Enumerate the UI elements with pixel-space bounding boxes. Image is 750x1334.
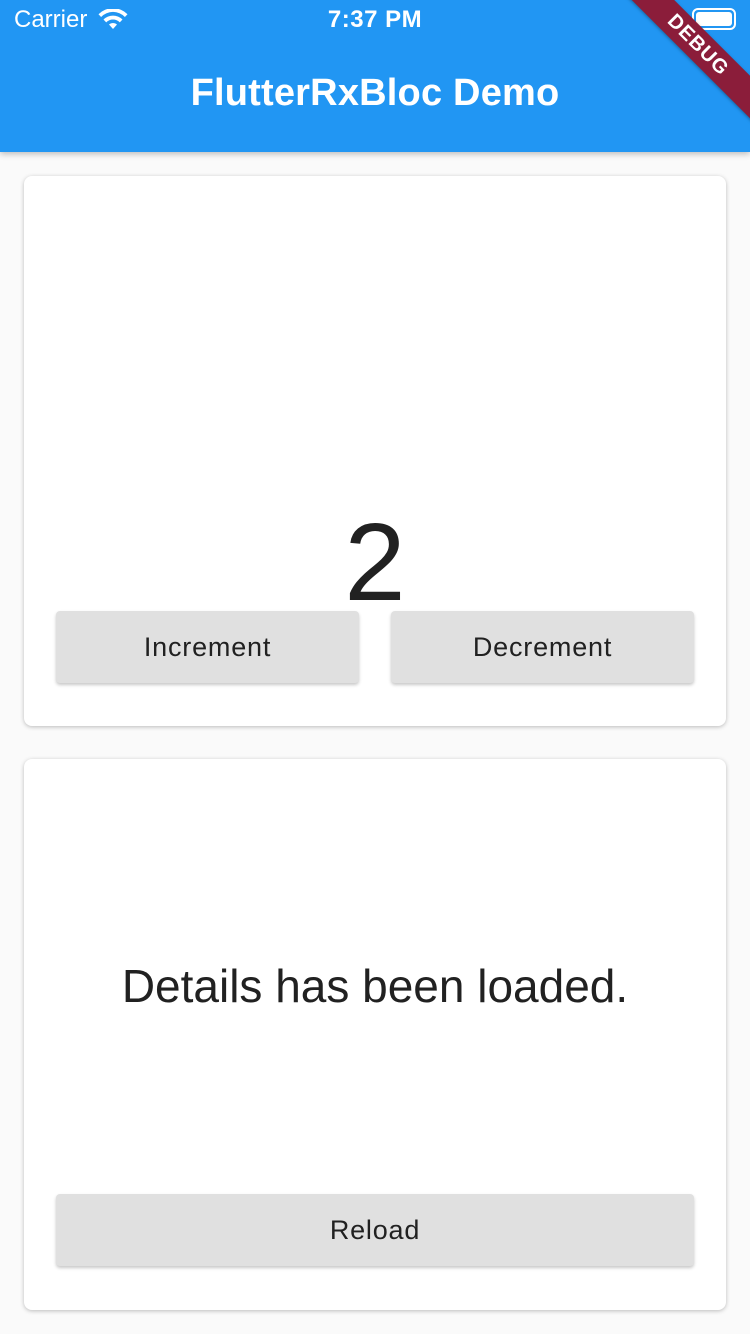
page-title: FlutterRxBloc Demo [190,72,560,114]
details-message: Details has been loaded. [121,960,629,1012]
counter-card: 2 Increment Decrement [24,176,726,726]
app-bar: Carrier 7:37 PM FlutterRxBloc Demo [0,0,750,152]
increment-button[interactable]: Increment [56,611,359,683]
details-card: Details has been loaded. Reload [24,759,726,1310]
reload-button[interactable]: Reload [56,1194,694,1266]
counter-value: 2 [344,501,406,624]
decrement-button[interactable]: Decrement [391,611,694,683]
status-time: 7:37 PM [327,6,423,33]
